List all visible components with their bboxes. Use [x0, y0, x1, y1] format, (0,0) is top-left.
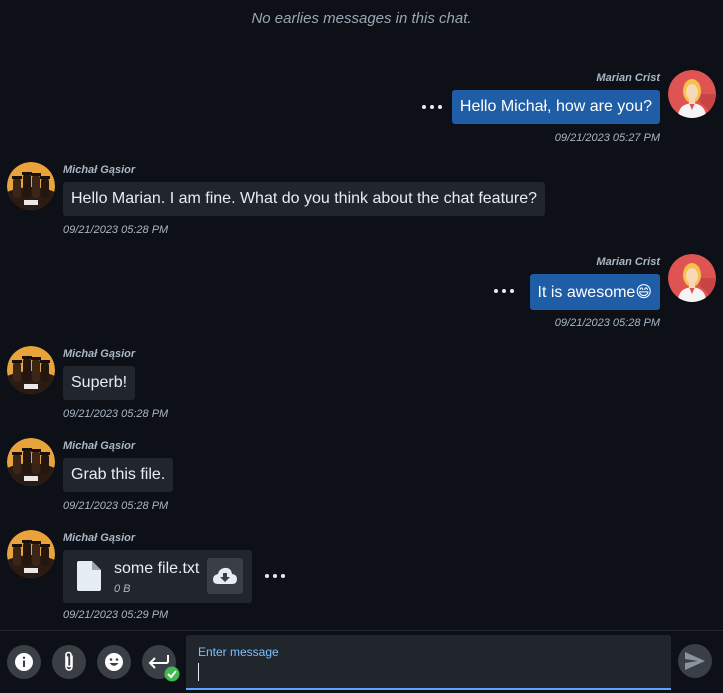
check-circle-icon — [164, 666, 180, 682]
avatar-marian — [668, 70, 716, 118]
no-earlier-messages-notice: No earlies messages in this chat. — [251, 10, 472, 27]
file-name: some file.txt — [114, 560, 200, 577]
info-button[interactable] — [7, 645, 41, 679]
text-caret — [198, 663, 199, 681]
message-timestamp: 09/21/2023 05:28 PM — [63, 224, 169, 236]
message-options-icon[interactable] — [422, 103, 442, 111]
message-author: Michał Gąsior — [63, 164, 136, 176]
message-author: Michał Gąsior — [63, 532, 136, 544]
message-timestamp: 09/21/2023 05:27 PM — [554, 132, 660, 144]
message-timestamp: 09/21/2023 05:29 PM — [63, 609, 169, 621]
message-options-icon[interactable] — [494, 287, 514, 295]
attach-button[interactable] — [52, 645, 86, 679]
file-icon — [77, 561, 101, 591]
send-button[interactable] — [678, 644, 712, 678]
message-bubble: It is awesome😄 — [529, 274, 660, 310]
emoji-button[interactable] — [97, 645, 131, 679]
emoji-icon — [105, 653, 123, 671]
info-icon — [15, 653, 33, 671]
message-input[interactable] — [196, 659, 656, 685]
cloud-download-icon — [213, 567, 237, 584]
message-bubble: Hello Marian. I am fine. What do you thi… — [63, 182, 546, 216]
avatar-michal — [7, 438, 55, 486]
avatar-michal — [7, 162, 55, 210]
message-timestamp: 09/21/2023 05:28 PM — [63, 500, 169, 512]
enter-to-send-toggle[interactable] — [142, 645, 180, 682]
avatar-marian — [668, 254, 716, 302]
avatar-michal — [7, 530, 55, 578]
avatar-michal — [7, 346, 55, 394]
message-timestamp: 09/21/2023 05:28 PM — [554, 317, 660, 329]
message-author: Michał Gąsior — [63, 348, 136, 360]
message-timestamp: 09/21/2023 05:28 PM — [63, 408, 169, 420]
message-bubble: Hello Michał, how are you? — [451, 90, 660, 124]
message-author: Marian Crist — [596, 256, 660, 268]
message-bubble: Grab this file. — [63, 458, 174, 492]
attachment-icon — [65, 651, 73, 671]
send-icon — [685, 652, 705, 670]
message-bubble: Superb! — [63, 366, 136, 400]
file-size: 0 B — [114, 583, 131, 595]
message-options-icon[interactable] — [265, 572, 285, 580]
message-input-container[interactable]: Enter message — [186, 635, 671, 690]
message-author: Michał Gąsior — [63, 440, 136, 452]
download-button[interactable] — [207, 558, 243, 594]
message-author: Marian Crist — [596, 72, 660, 84]
composer-divider — [0, 630, 723, 631]
message-input-label: Enter message — [198, 645, 279, 659]
file-attachment: some file.txt 0 B — [63, 550, 252, 603]
